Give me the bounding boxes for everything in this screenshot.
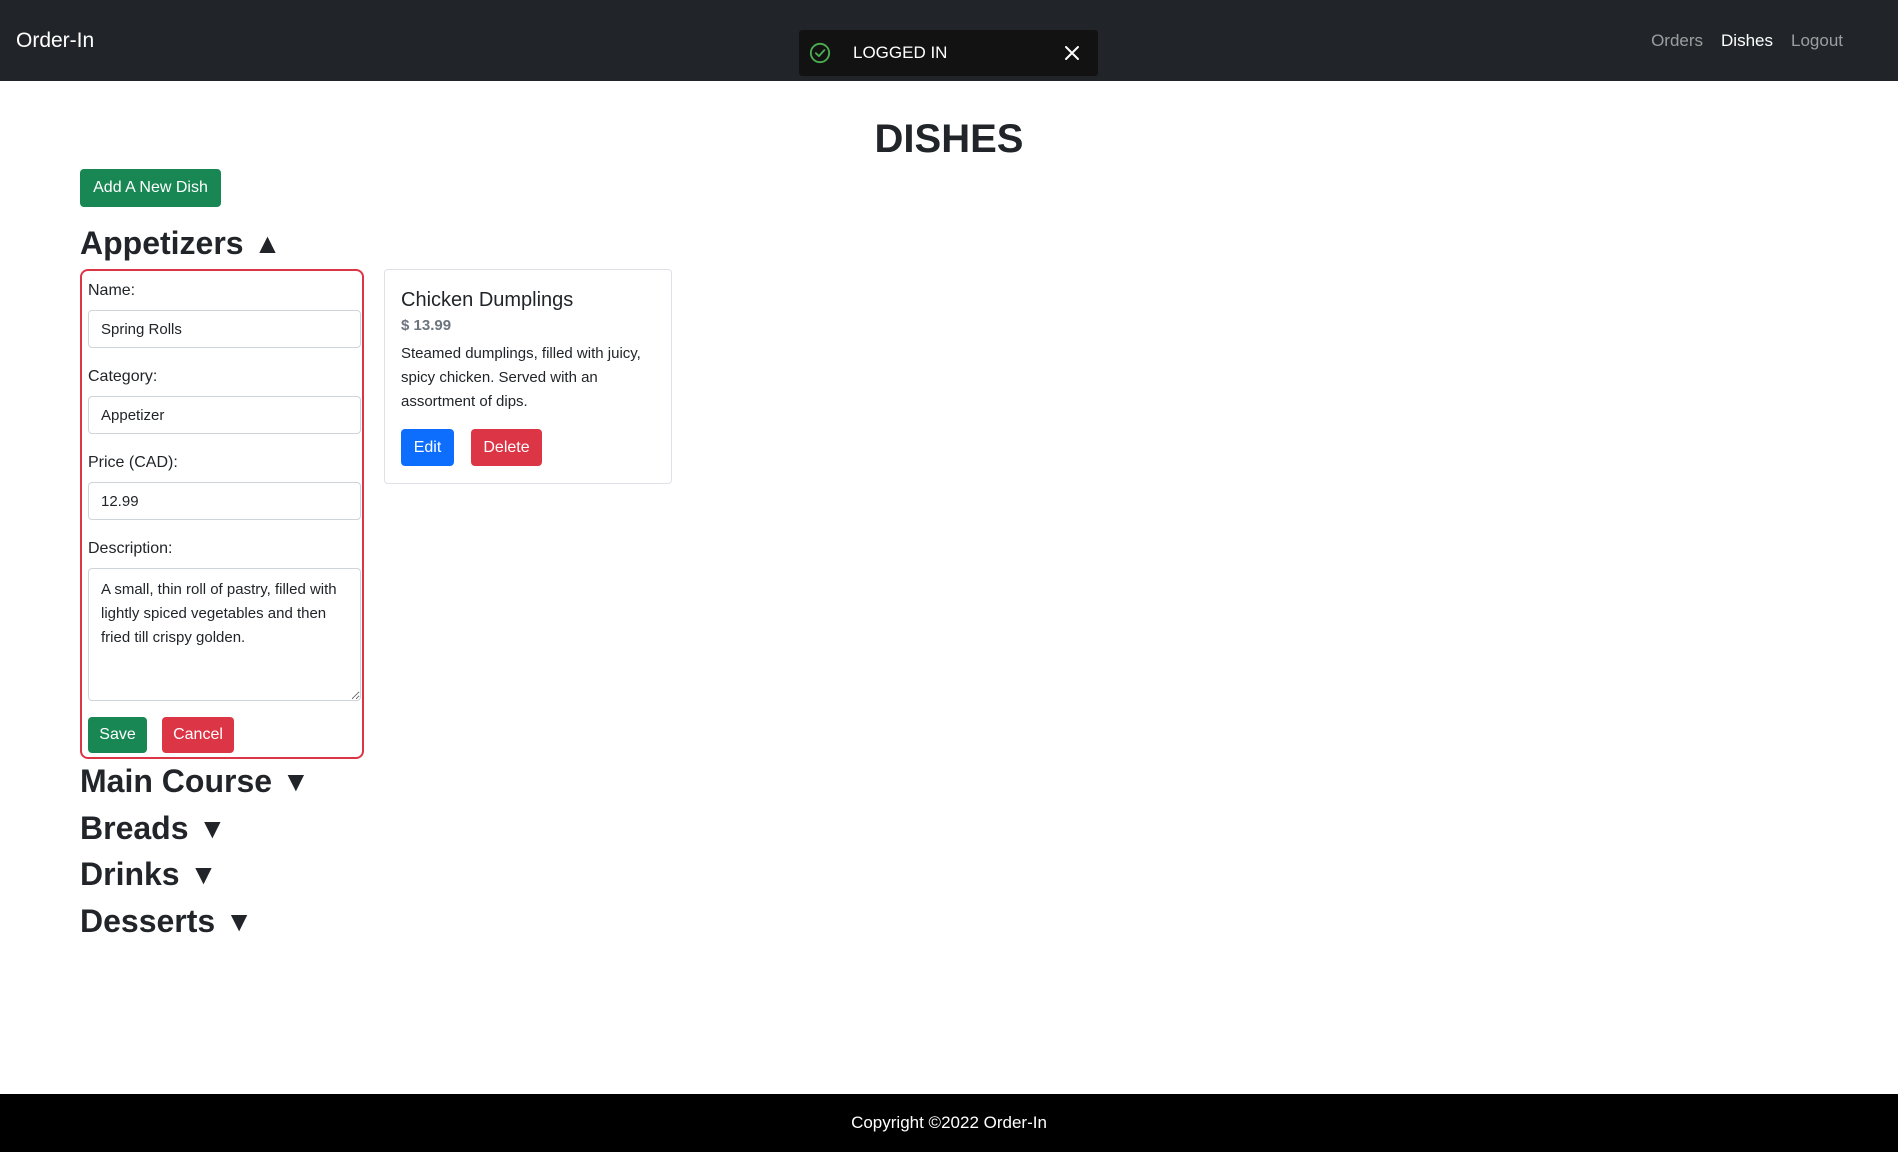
caret-down-icon: ▼: [189, 859, 218, 890]
section-main-course[interactable]: Main Course ▼: [80, 762, 310, 801]
name-label: Name:: [88, 282, 136, 299]
edit-button[interactable]: Edit: [401, 429, 454, 466]
brand-logo[interactable]: Order-In: [16, 28, 94, 54]
section-label: Breads: [80, 810, 189, 846]
nav-link-dishes[interactable]: Dishes: [1721, 30, 1773, 52]
delete-button[interactable]: Delete: [471, 429, 542, 466]
dish-name: Chicken Dumplings: [401, 289, 574, 311]
nav-link-logout[interactable]: Logout: [1791, 30, 1843, 52]
caret-up-icon: ▲: [253, 228, 282, 259]
login-toast: LOGGED IN: [799, 30, 1098, 76]
caret-down-icon: ▼: [198, 813, 227, 844]
page-footer: Copyright ©2022 Order-In: [0, 1094, 1898, 1152]
save-button[interactable]: Save: [88, 717, 147, 753]
section-breads[interactable]: Breads ▼: [80, 809, 226, 848]
price-label: Price (CAD):: [88, 454, 178, 471]
top-navbar: Order-In LOGGED IN Orders Dishes Logout: [0, 0, 1898, 81]
section-appetizers[interactable]: Appetizers ▲: [80, 224, 281, 263]
section-label: Desserts: [80, 903, 216, 939]
section-desserts[interactable]: Desserts ▼: [80, 902, 253, 941]
caret-down-icon: ▼: [225, 906, 253, 937]
section-label: Drinks: [80, 856, 180, 892]
description-label: Description:: [88, 540, 173, 557]
toast-message: LOGGED IN: [853, 43, 948, 62]
category-label: Category:: [88, 368, 158, 385]
caret-down-icon: ▼: [282, 766, 310, 797]
copyright-text: Copyright ©2022 Order-In: [851, 1113, 1047, 1132]
section-label: Appetizers: [80, 225, 244, 261]
edit-dish-form: Name: Category: Price (CAD): Description…: [80, 269, 364, 759]
price-input[interactable]: [88, 482, 361, 520]
check-circle-icon: [809, 42, 831, 64]
page-title: DISHES: [874, 117, 1024, 161]
section-label: Main Course: [80, 763, 273, 799]
nav-links: Orders Dishes Logout: [1651, 30, 1843, 52]
description-textarea[interactable]: A small, thin roll of pastry, filled wit…: [88, 568, 361, 701]
nav-link-orders[interactable]: Orders: [1651, 30, 1703, 52]
name-input[interactable]: [88, 310, 361, 348]
close-icon[interactable]: [1062, 43, 1082, 63]
dish-description: Steamed dumplings, filled with juicy, sp…: [401, 345, 641, 410]
category-input[interactable]: [88, 396, 361, 434]
dish-card: Chicken Dumplings $ 13.99 Steamed dumpli…: [384, 269, 672, 484]
cancel-button[interactable]: Cancel: [162, 717, 234, 753]
section-drinks[interactable]: Drinks ▼: [80, 855, 217, 894]
add-new-dish-button[interactable]: Add A New Dish: [80, 169, 221, 207]
dish-price: $ 13.99: [401, 317, 452, 334]
